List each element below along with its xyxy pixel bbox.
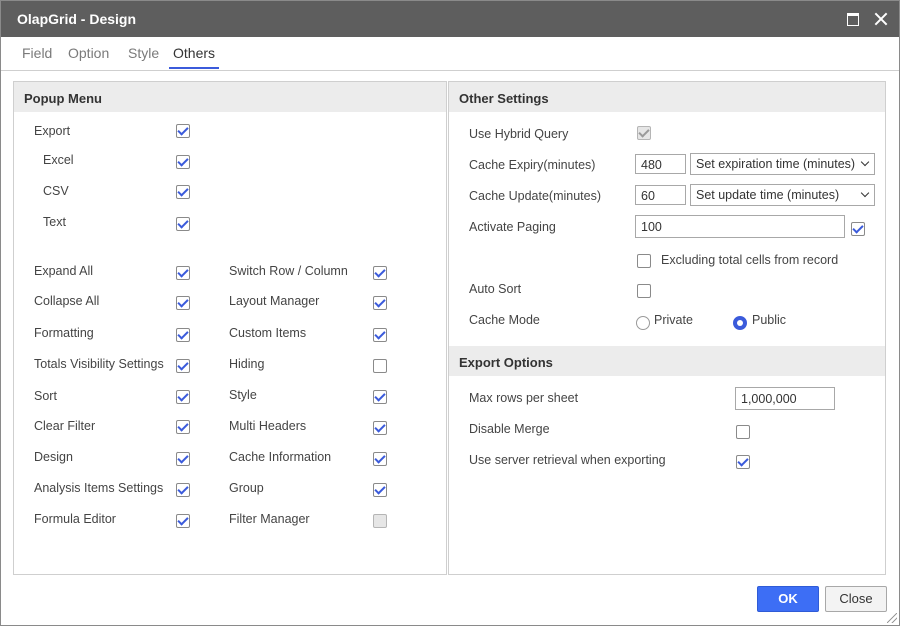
design-label: Design [34,450,73,464]
auto-sort-label: Auto Sort [469,282,522,296]
multi-headers-checkbox[interactable] [373,421,387,435]
layout-manager-label: Layout Manager [229,294,320,308]
text-checkbox[interactable] [176,217,190,231]
export-options-header: Export Options [449,346,885,376]
analysis-items-label: Analysis Items Settings [34,481,164,495]
excluding-total-checkbox[interactable] [637,254,651,268]
cache-update-input[interactable]: 60 [635,185,686,205]
other-settings-title: Other Settings [459,91,549,106]
close-button[interactable]: Close [825,586,887,612]
hiding-label: Hiding [229,357,265,371]
use-hybrid-query-checkbox [637,126,651,140]
expand-all-checkbox[interactable] [176,266,190,280]
csv-checkbox[interactable] [176,185,190,199]
cache-mode-label: Cache Mode [469,313,540,327]
excel-label: Excel [43,153,74,167]
ok-button[interactable]: OK [757,586,819,612]
resize-grip-icon[interactable] [887,613,897,623]
max-rows-label: Max rows per sheet [469,391,579,405]
cache-mode-private-radio[interactable] [636,316,650,330]
cache-expiry-select[interactable]: Set expiration time (minutes) [690,153,875,175]
formula-editor-checkbox[interactable] [176,514,190,528]
disable-merge-checkbox[interactable] [736,425,750,439]
switch-row-column-label: Switch Row / Column [229,264,348,278]
export-checkbox[interactable] [176,124,190,138]
totals-visibility-label: Totals Visibility Settings [34,357,164,371]
server-retrieval-label: Use server retrieval when exporting [469,453,666,467]
tab-field[interactable]: Field [18,45,56,69]
cache-expiry-input[interactable]: 480 [635,154,686,174]
cache-expiry-label: Cache Expiry(minutes) [469,158,596,172]
disable-merge-label: Disable Merge [469,422,550,436]
group-checkbox[interactable] [373,483,387,497]
activate-paging-checkbox[interactable] [851,222,865,236]
clear-filter-checkbox[interactable] [176,420,190,434]
expand-all-label: Expand All [34,264,94,278]
formatting-label: Formatting [34,326,94,340]
text-label: Text [43,215,66,229]
popup-menu-title: Popup Menu [24,91,102,106]
style-label: Style [229,388,257,402]
server-retrieval-checkbox[interactable] [736,455,750,469]
other-settings-header: Other Settings [449,82,885,112]
export-options-title: Export Options [459,355,553,370]
dialog-title: OlapGrid - Design [17,11,137,27]
tab-style[interactable]: Style [124,45,163,69]
cache-mode-public-label: Public [752,313,787,327]
settings-panel: Other Settings Use Hybrid Query Cache Ex… [448,81,886,575]
popup-menu-panel: Popup Menu Export Excel CSV Text Expand … [13,81,447,575]
cache-update-select[interactable]: Set update time (minutes) [690,184,875,206]
style-checkbox[interactable] [373,390,387,404]
excel-checkbox[interactable] [176,155,190,169]
cache-update-select-value: Set update time (minutes) [696,188,840,202]
layout-manager-checkbox[interactable] [373,296,387,310]
cache-information-checkbox[interactable] [373,452,387,466]
filter-manager-label: Filter Manager [229,512,310,526]
sort-checkbox[interactable] [176,390,190,404]
formula-editor-label: Formula Editor [34,512,116,526]
title-bar[interactable]: OlapGrid - Design [1,1,899,37]
multi-headers-label: Multi Headers [229,419,307,433]
collapse-all-checkbox[interactable] [176,296,190,310]
custom-items-checkbox[interactable] [373,328,387,342]
popup-menu-header: Popup Menu [14,82,446,112]
sort-label: Sort [34,389,57,403]
tab-option[interactable]: Option [64,45,113,69]
close-icon[interactable] [872,10,890,28]
filter-manager-checkbox [373,514,387,528]
group-label: Group [229,481,264,495]
switch-row-column-checkbox[interactable] [373,266,387,280]
custom-items-label: Custom Items [229,326,307,340]
use-hybrid-query-label: Use Hybrid Query [469,127,569,141]
formatting-checkbox[interactable] [176,328,190,342]
excluding-total-label: Excluding total cells from record [661,253,839,267]
tab-others[interactable]: Others [169,45,220,69]
totals-visibility-checkbox[interactable] [176,359,190,373]
activate-paging-input[interactable]: 100 [635,215,845,238]
design-checkbox[interactable] [176,452,190,466]
auto-sort-checkbox[interactable] [637,284,651,298]
activate-paging-label: Activate Paging [469,220,556,234]
chevron-down-icon [860,157,870,167]
cache-mode-private-label: Private [654,313,693,327]
clear-filter-label: Clear Filter [34,419,96,433]
cache-mode-public-radio[interactable] [733,316,747,330]
analysis-items-checkbox[interactable] [176,483,190,497]
csv-label: CSV [43,184,69,198]
chevron-down-icon [860,188,870,198]
export-label: Export [34,124,71,138]
cache-expiry-select-value: Set expiration time (minutes) [696,157,856,171]
cache-update-label: Cache Update(minutes) [469,189,602,203]
design-dialog: OlapGrid - Design Field Option Style Oth… [0,0,900,626]
tab-bar: Field Option Style Others [1,37,899,71]
cache-information-label: Cache Information [229,450,332,464]
maximize-icon[interactable] [844,10,862,28]
collapse-all-label: Collapse All [34,294,100,308]
hiding-checkbox[interactable] [373,359,387,373]
max-rows-input[interactable]: 1,000,000 [735,387,835,410]
